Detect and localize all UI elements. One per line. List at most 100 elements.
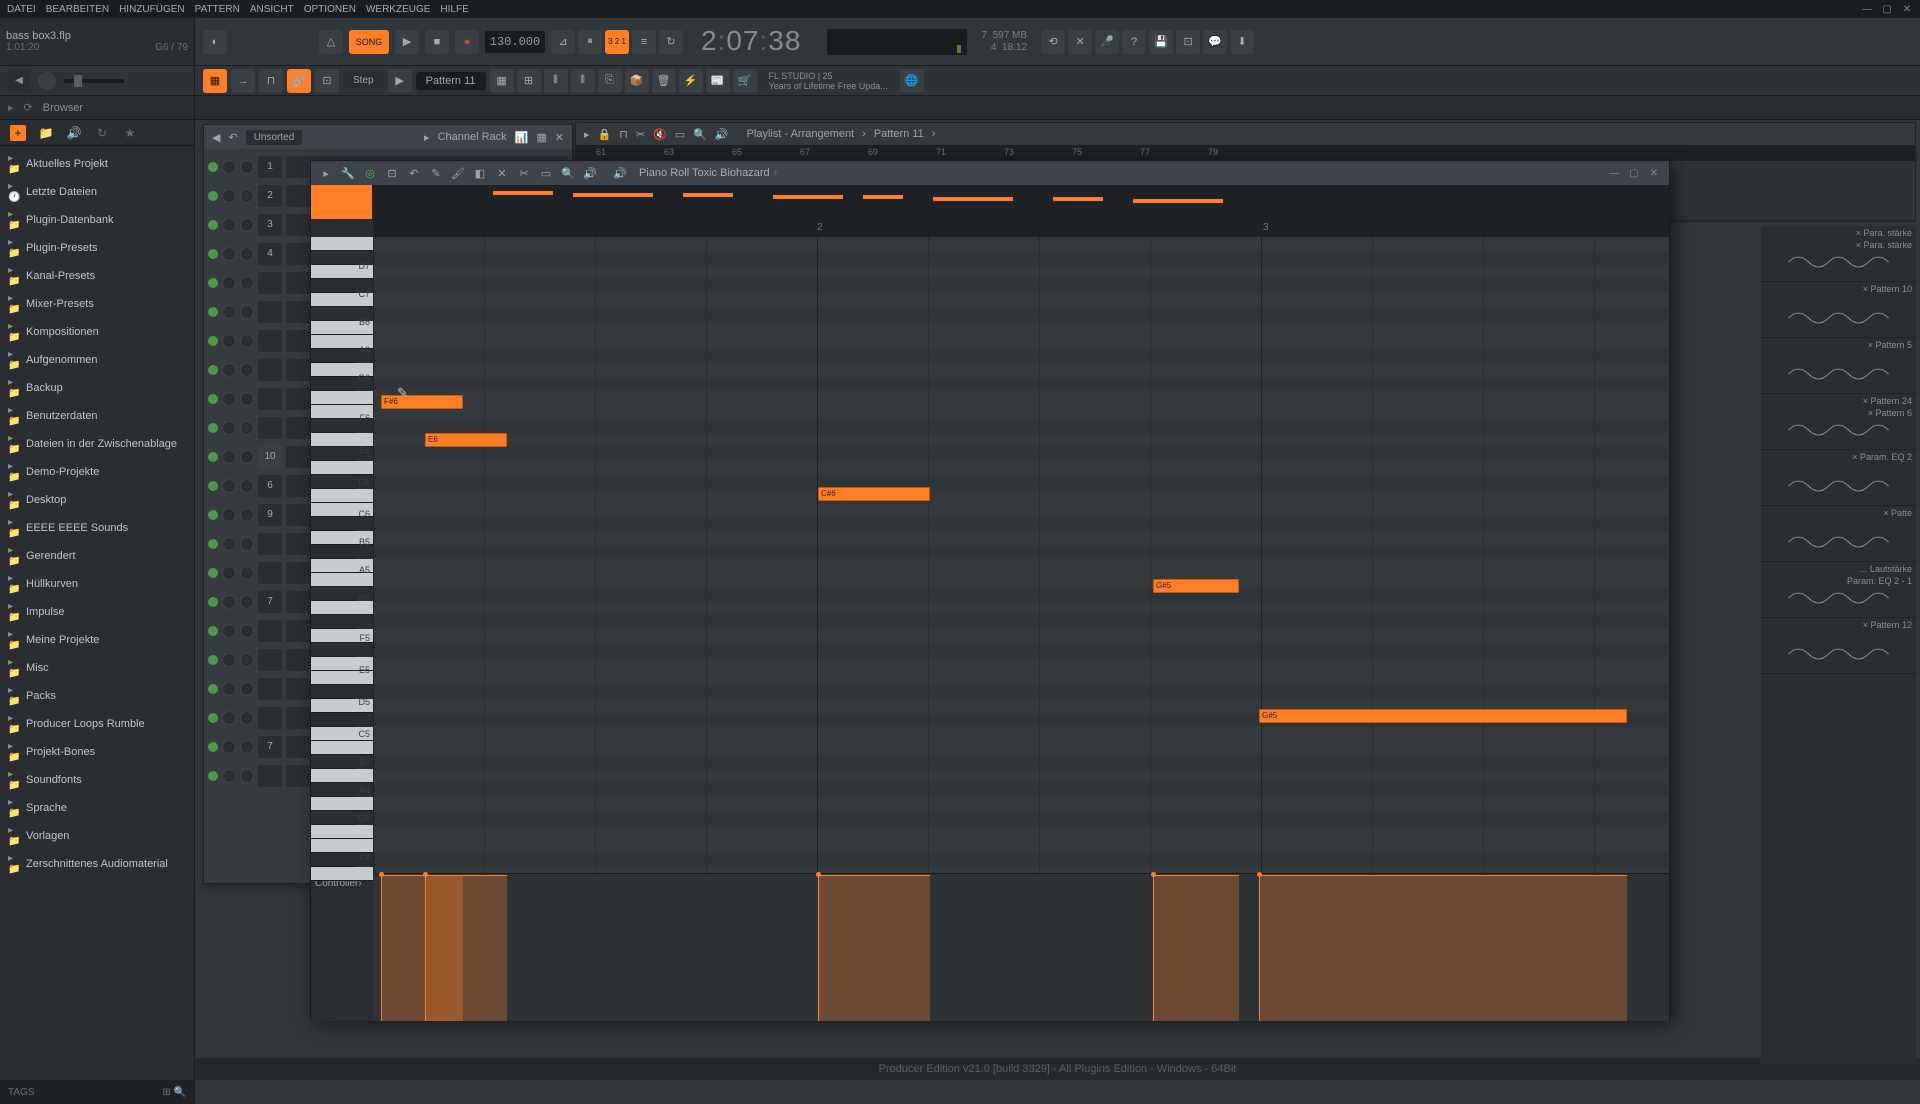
save-icon[interactable]: 💾	[1149, 30, 1173, 54]
play-button[interactable]: ▶	[395, 30, 419, 54]
tools-icon[interactable]: ✕	[1068, 30, 1092, 54]
folder-icon[interactable]: 📁	[38, 125, 54, 141]
mixer-icon[interactable]: ⫴	[544, 69, 568, 93]
pr-erase-icon[interactable]: ◧	[471, 164, 489, 182]
overdub-icon[interactable]: ≡	[632, 30, 656, 54]
pr-stamp-icon[interactable]: ⊡	[383, 164, 401, 182]
snap-icon[interactable]: ⊿	[551, 30, 575, 54]
knob-icon[interactable]: ◐	[203, 30, 227, 54]
pr-ruler[interactable]: 2 3	[373, 219, 1669, 237]
pr-select-icon[interactable]: ▭	[537, 164, 555, 182]
news-icon[interactable]: 📰	[706, 69, 730, 93]
archive-icon[interactable]: 📦	[625, 69, 649, 93]
browser-knob[interactable]	[38, 72, 56, 90]
magnet-icon[interactable]: ⊓	[259, 69, 283, 93]
velocity-area[interactable]	[373, 874, 1669, 1021]
sound-icon[interactable]: 🔊	[66, 125, 82, 141]
sort-dropdown[interactable]: Unsorted	[246, 130, 303, 145]
faders-icon[interactable]: ⦀	[571, 69, 595, 93]
piano-roll-window[interactable]: ▸ 🔧 ◎ ⊡ ↶ ✎ 🖌 ◧ ✕ ✂ ▭ 🔍 🔊 🔊 Piano Roll T…	[310, 160, 1670, 1020]
expand-icon[interactable]: ▸	[8, 101, 14, 114]
stop-button[interactable]: ■	[425, 30, 449, 54]
note[interactable]: E6	[425, 433, 507, 447]
reload-icon[interactable]: ↻	[94, 125, 110, 141]
pr-minimize-icon[interactable]: —	[1605, 165, 1623, 181]
view1-icon[interactable]: ▦	[490, 69, 514, 93]
pl-magnet-icon[interactable]: ⊓	[619, 128, 628, 141]
chat-icon[interactable]: 💬	[1203, 30, 1227, 54]
pattern-selector[interactable]: Pattern 11	[416, 72, 486, 90]
loop-icon[interactable]: ↻	[659, 30, 683, 54]
playlist-button[interactable]: ▦	[203, 69, 227, 93]
graph1-icon[interactable]: 📊	[515, 131, 529, 144]
undo-cr-icon[interactable]: ↶	[228, 131, 237, 144]
search-icon[interactable]: 🔍	[174, 1087, 186, 1098]
pl-menu-icon[interactable]: ▸	[584, 128, 590, 141]
close-cr-icon[interactable]: ✕	[555, 131, 564, 144]
pr-zoom-icon[interactable]: 🔍	[559, 164, 577, 182]
record-button[interactable]: ●	[455, 30, 479, 54]
pr-corner[interactable]	[311, 185, 373, 219]
snap-select[interactable]: Step	[343, 72, 384, 89]
mic-icon[interactable]: 🎤	[1095, 30, 1119, 54]
menu-cr-icon[interactable]: ▸	[424, 131, 430, 144]
play-small-icon[interactable]: ▶	[388, 69, 412, 93]
globe-icon[interactable]: 🌐	[900, 69, 924, 93]
view2-icon[interactable]: ⊞	[517, 69, 541, 93]
help-icon[interactable]: ?	[1122, 30, 1146, 54]
pl-lock-icon[interactable]: 🔒	[598, 128, 612, 141]
time-display[interactable]: 2:07:38	[701, 25, 801, 59]
slider[interactable]	[64, 79, 124, 83]
cart-icon[interactable]: 🛒	[733, 69, 757, 93]
forward-icon[interactable]: →	[231, 69, 255, 93]
song-mode-button[interactable]: SONG	[349, 30, 389, 54]
pl-play-icon[interactable]: 🔊	[715, 128, 729, 141]
browser-tree[interactable]: ▸📁Aktuelles Projekt ▸🕐Letzte Dateien ▸📁P…	[0, 146, 194, 1080]
download-icon[interactable]: ⬇	[1230, 30, 1254, 54]
maximize-icon[interactable]: ▢	[1878, 2, 1896, 16]
back-icon[interactable]: ◀	[212, 131, 220, 144]
copy-icon[interactable]: ⎘	[598, 69, 622, 93]
note[interactable]: F#6	[381, 395, 463, 409]
wait-icon[interactable]: ⏸	[578, 30, 602, 54]
countdown-icon[interactable]: 3 2 1	[605, 30, 629, 54]
undo-icon[interactable]: ⟲	[1041, 30, 1065, 54]
close-icon[interactable]: ✕	[1898, 2, 1916, 16]
pr-grid[interactable]: ✎ F#6E6C#6G#5G#5	[373, 237, 1669, 873]
pr-close-icon[interactable]: ✕	[1645, 165, 1663, 181]
star-icon[interactable]: ★	[122, 125, 138, 141]
link-icon[interactable]: 🔗	[287, 69, 311, 93]
refresh-icon[interactable]: ⟳	[24, 101, 33, 114]
pr-menu-icon[interactable]: ▸	[317, 164, 335, 182]
pr-undo-icon[interactable]: ↶	[405, 164, 423, 182]
pl-cut-icon[interactable]: ✂	[636, 128, 645, 141]
filter-icon[interactable]: ⊞	[162, 1087, 170, 1098]
controller-label[interactable]: Controller ›	[311, 874, 373, 1021]
metronome-icon[interactable]: △	[319, 30, 343, 54]
plug-icon[interactable]: ⚡	[679, 69, 703, 93]
trash-icon[interactable]: 🗑	[652, 69, 676, 93]
collapse-icon[interactable]: ◀	[8, 71, 30, 91]
note[interactable]: G#5	[1259, 709, 1627, 723]
note[interactable]: G#5	[1153, 579, 1239, 593]
pr-wrench-icon[interactable]: 🔧	[339, 164, 357, 182]
piano-keys[interactable]: D7C7B6A6G6F6E6D6C6B5A5G5F5E5D5C5B4A4G4F4	[311, 237, 373, 873]
tempo-display[interactable]: 130.000	[485, 31, 545, 53]
pr-mute-icon[interactable]: ✕	[493, 164, 511, 182]
render-icon[interactable]: ⊡	[1176, 30, 1200, 54]
stamp-icon[interactable]: ⊡	[315, 69, 339, 93]
pr-paint-icon[interactable]: 🖌	[449, 164, 467, 182]
add-button[interactable]: +	[10, 125, 26, 141]
playlist-ruler[interactable]: 61636567697173757779	[576, 145, 1915, 161]
graph2-icon[interactable]: ▦	[536, 131, 546, 144]
minimize-icon[interactable]: —	[1858, 2, 1876, 16]
pr-draw-icon[interactable]: ✎	[427, 164, 445, 182]
pl-select-icon[interactable]: ▭	[675, 128, 685, 141]
pr-playback-icon[interactable]: 🔊	[581, 164, 599, 182]
pr-target-icon[interactable]: ◎	[361, 164, 379, 182]
pr-overview[interactable]	[373, 185, 1669, 219]
track-clips-panel[interactable]: × Para. stärke× Para. stärke× Pattern 10…	[1761, 226, 1916, 1064]
pr-play-icon[interactable]: 🔊	[611, 164, 629, 182]
pl-mute-icon[interactable]: 🔇	[653, 128, 667, 141]
main-menu[interactable]: DATEIBEARBEITENHINZUFÜGENPATTERNANSICHTO…	[4, 4, 472, 15]
